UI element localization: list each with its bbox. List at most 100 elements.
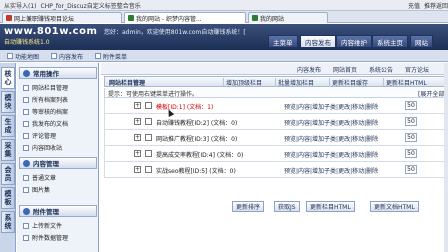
category-row[interactable]: + 提高成交率教程[ID:4] (文档：0) 预览|内容|增加子类|更改|移动|… xyxy=(104,146,446,162)
rail-members[interactable]: 会员 xyxy=(1,163,15,185)
toplink-publish[interactable]: 内容发布 xyxy=(297,65,321,74)
panel-title: 网站栏目管理 xyxy=(109,80,146,87)
bookmark-item[interactable]: CHP_for_Discuz自定义标签整合音乐 xyxy=(41,1,141,10)
subnav-item[interactable]: 附件菜单 xyxy=(92,51,130,61)
nav-system-home[interactable]: 系统主页 xyxy=(372,35,408,48)
group-title: 常用操作 xyxy=(33,70,59,78)
row-actions[interactable]: 预览|内容|增加子类|更改|移动|删除 xyxy=(284,102,378,111)
update-category-cache-button[interactable]: 更新栏目缓存 xyxy=(329,78,370,87)
rail-modules[interactable]: 模块 xyxy=(1,91,15,113)
menu-label: 图片集 xyxy=(32,187,51,194)
toplink-forum[interactable]: 官方论坛 xyxy=(405,65,429,74)
menu-item-my-docs[interactable]: 我发布的文档 xyxy=(23,119,68,128)
row-checkbox[interactable] xyxy=(145,102,152,109)
nav-main-menu[interactable]: 主菜单 xyxy=(268,35,298,48)
welcome-text: 您好：admin，欢迎使用801w.com自动赚钱系统！[ xyxy=(104,29,246,36)
order-input[interactable]: 50 xyxy=(405,133,417,142)
bookmark-item[interactable]: 推荐返回 xyxy=(424,1,448,10)
category-row[interactable]: + 自动赚钱教程[ID:2] (文档：0) 预览|内容|增加子类|更改|移动|删… xyxy=(104,114,446,130)
scrollbar[interactable] xyxy=(444,63,448,252)
category-name[interactable]: 网站推广教程[ID:3] (文档：0) xyxy=(156,134,237,143)
category-name[interactable]: 实战seo教程[ID:5] (文档：0) xyxy=(156,166,236,175)
trash-icon xyxy=(23,144,29,151)
category-name[interactable]: 模板[ID:1] (文档：1) xyxy=(156,102,213,111)
site-logo: www.801w.com 自动赚钱系统1.0 xyxy=(4,26,100,48)
publish-icon xyxy=(51,53,57,59)
menu-item-all-docs[interactable]: 所有档案列表 xyxy=(23,95,68,104)
update-category-html-button[interactable]: 更新栏目HTML xyxy=(383,78,429,87)
rail-system[interactable]: 系统 xyxy=(1,211,15,233)
article-icon xyxy=(23,174,29,181)
menu-group-common[interactable]: 常用操作 xyxy=(19,67,97,79)
order-input[interactable]: 50 xyxy=(405,117,417,126)
menu-item-pending-review[interactable]: 等审核的档案 xyxy=(23,107,68,116)
expand-icon[interactable]: + xyxy=(134,150,141,157)
category-row[interactable]: + 实战seo教程[ID:5] (文档：0) 预览|内容|增加子类|更改|移动|… xyxy=(104,162,446,178)
get-js-button[interactable]: 获取JS xyxy=(274,201,300,212)
menu-item-attachment-data[interactable]: 附件数据管理 xyxy=(23,233,68,242)
batch-add-category-button[interactable]: 批量增加栏目 xyxy=(275,78,316,87)
row-actions[interactable]: 预览|内容|增加子类|更改|移动|删除 xyxy=(284,134,378,143)
rail-templates[interactable]: 模板 xyxy=(1,187,15,209)
category-row[interactable]: + 模板[ID:1] (文档：1) 预览|内容|增加子类|更改|移动|删除 50 xyxy=(104,98,446,114)
update-category-html-bottom-button[interactable]: 更新栏目HTML xyxy=(306,201,355,212)
menu-item-images[interactable]: 图片集 xyxy=(23,185,50,194)
expand-icon[interactable]: + xyxy=(134,118,141,125)
category-row[interactable]: + 网站推广教程[ID:3] (文档：0) 预览|内容|增加子类|更改|移动|删… xyxy=(104,130,446,146)
add-top-category-button[interactable]: 增加顶级栏目 xyxy=(223,78,264,87)
menu-item-category-manage[interactable]: 网站栏目管理 xyxy=(23,83,68,92)
category-name[interactable]: 提高成交率教程[ID:4] (文档：0) xyxy=(156,150,243,159)
nav-content-publish[interactable]: 内容发布 xyxy=(300,35,336,48)
row-checkbox[interactable] xyxy=(145,134,152,141)
menu-item-articles[interactable]: 普通文章 xyxy=(23,173,56,182)
category-name[interactable]: 自动赚钱教程[ID:2] (文档：0) xyxy=(156,118,237,127)
row-actions[interactable]: 预览|内容|增加子类|更改|移动|删除 xyxy=(284,118,378,127)
expand-icon[interactable]: + xyxy=(134,166,141,173)
row-actions[interactable]: 预览|内容|增加子类|更改|移动|删除 xyxy=(284,150,378,159)
panel-header: 网站栏目管理 增加顶级栏目 批量增加栏目 更新栏目缓存 更新栏目HTML xyxy=(104,76,446,87)
rail-core[interactable]: 核心 xyxy=(1,67,15,89)
browser-tab[interactable]: 我的网站 xyxy=(248,12,328,23)
side-menu: 常用操作 网站栏目管理 所有档案列表 等审核的档案 我发布的文档 评论管理 内容… xyxy=(17,63,99,252)
database-icon xyxy=(23,234,29,241)
expand-icon[interactable]: + xyxy=(134,102,141,109)
nav-website[interactable]: 网站 xyxy=(410,35,433,48)
menu-group-content[interactable]: 内容管理 xyxy=(19,157,97,169)
order-input[interactable]: 50 xyxy=(405,149,417,158)
menu-item-recycle-bin[interactable]: 内容回收站 xyxy=(23,143,62,152)
order-input[interactable]: 50 xyxy=(405,165,417,174)
row-checkbox[interactable] xyxy=(145,118,152,125)
menu-label: 我发布的文档 xyxy=(32,121,69,128)
menu-label: 上传新文件 xyxy=(32,223,63,230)
toplink-announce[interactable]: 系统公告 xyxy=(369,65,393,74)
update-document-html-button[interactable]: 更新文档HTML xyxy=(370,201,419,212)
folder-icon xyxy=(23,84,29,91)
subnav-label: 附件菜单 xyxy=(103,53,128,61)
subnav-item[interactable]: 功能地图 xyxy=(4,51,42,61)
bookmark-item[interactable]: 充值 xyxy=(408,1,420,10)
row-checkbox[interactable] xyxy=(145,150,152,157)
subnav-item[interactable]: 内容发布 xyxy=(48,51,86,61)
menu-label: 内容回收站 xyxy=(32,145,63,152)
group-title: 内容管理 xyxy=(33,160,59,168)
menu-item-comments[interactable]: 评论管理 xyxy=(23,131,56,140)
tab-label: 我的网站 - 织梦内容管... xyxy=(136,15,202,23)
menu-item-upload[interactable]: 上传新文件 xyxy=(23,221,62,230)
update-order-button[interactable]: 更新排序 xyxy=(232,201,265,212)
order-input[interactable]: 50 xyxy=(405,101,417,110)
row-checkbox[interactable] xyxy=(145,166,152,173)
bookmarks-bar: 从实导入(1) CHP_for_Discuz自定义标签整合音乐 充值 推荐返回 xyxy=(0,0,448,11)
browser-tab[interactable]: 网上兼职赚钱项目论坛 xyxy=(2,12,122,23)
logo-tagline: 自动赚钱系统1.0 xyxy=(4,39,50,46)
rail-collect[interactable]: 采集 xyxy=(1,139,15,161)
row-actions[interactable]: 预览|内容|增加子类|更改|移动|删除 xyxy=(284,166,378,175)
nav-content-maintain[interactable]: 内容维护 xyxy=(336,35,372,48)
bookmark-item[interactable]: 从实导入(1) xyxy=(4,1,37,10)
menu-label: 普通文章 xyxy=(32,175,57,182)
expand-icon[interactable]: + xyxy=(134,134,141,141)
toplink-site-home[interactable]: 网站首页 xyxy=(333,65,357,74)
expand-all-link[interactable]: [展开全部] xyxy=(418,89,447,98)
browser-tab-active[interactable]: 我的网站 - 织梦内容管... xyxy=(124,12,246,23)
rail-generate[interactable]: 生成 xyxy=(1,115,15,137)
menu-group-attachments[interactable]: 附件管理 xyxy=(19,205,97,217)
